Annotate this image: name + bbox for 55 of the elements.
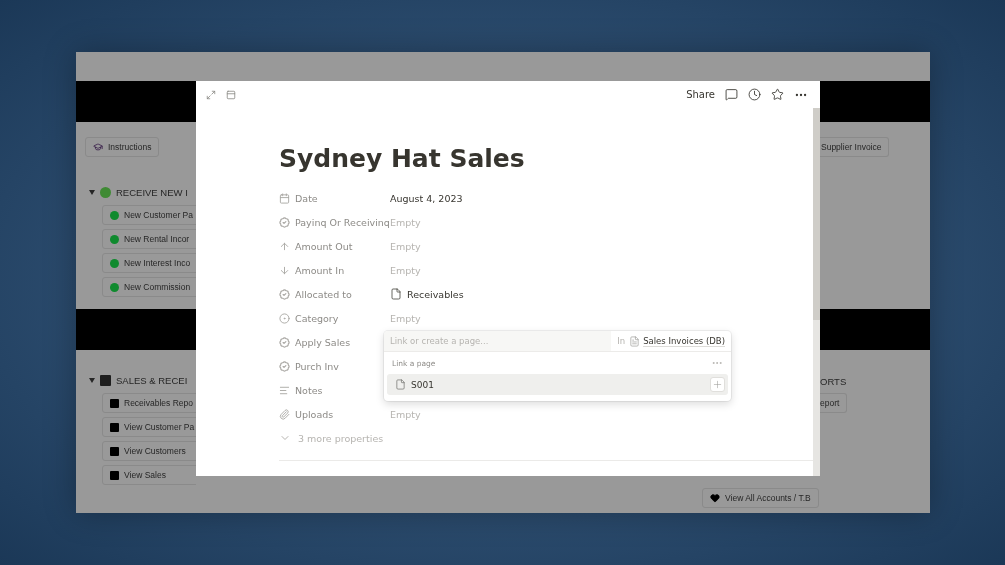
heart-icon — [710, 493, 720, 503]
property-label[interactable]: Allocated to — [295, 288, 352, 300]
badge-check-icon — [279, 336, 290, 348]
badge-check-icon — [279, 360, 290, 372]
view-accounts-button[interactable]: View All Accounts / T.B — [702, 488, 819, 508]
arrow-down-icon — [279, 264, 290, 276]
database-link[interactable]: Sales Invoices (DB) — [643, 335, 725, 347]
report-button[interactable]: eport — [820, 393, 848, 413]
square-icon — [110, 446, 119, 456]
property-label[interactable]: Amount Out — [295, 240, 353, 252]
property-label[interactable]: Category — [295, 312, 339, 324]
arrow-up-icon — [279, 240, 290, 252]
comment-icon[interactable] — [725, 88, 738, 101]
dot-icon — [110, 234, 119, 244]
section-title: SALES & RECEI — [116, 374, 188, 386]
square-icon — [110, 470, 119, 480]
result-item[interactable]: S001 — [387, 374, 728, 395]
section-title: RECEIVE NEW I — [116, 186, 188, 198]
dot-icon — [110, 210, 119, 220]
page-title: Sydney Hat Sales — [279, 144, 526, 174]
page-icon — [390, 288, 402, 300]
clock-icon[interactable] — [748, 88, 761, 101]
dot-icon — [110, 258, 119, 268]
graduation-cap-icon — [93, 142, 103, 152]
supplier-invoice-button[interactable]: Supplier Invoice — [820, 137, 890, 157]
panel-icon[interactable] — [226, 89, 236, 100]
expand-icon[interactable] — [206, 89, 216, 100]
property-label[interactable]: Payinq Or Receivinq — [295, 216, 390, 228]
section-title: ORTS — [820, 375, 847, 387]
lines-icon — [279, 384, 290, 396]
property-label[interactable]: Purch Inv — [295, 360, 339, 372]
in-label: In — [617, 336, 626, 346]
square-icon — [110, 398, 119, 408]
scrollbar[interactable] — [813, 108, 820, 476]
toggle-icon[interactable] — [89, 377, 95, 383]
calendar-icon — [279, 192, 290, 204]
square-icon — [110, 422, 119, 432]
property-label[interactable]: Apply Sales — [295, 336, 351, 348]
page-link[interactable]: Receivables — [407, 288, 464, 300]
property-label[interactable]: Uploads — [295, 408, 334, 420]
instructions-button[interactable]: Instructions — [85, 137, 160, 157]
dot-icon — [110, 282, 119, 292]
page-icon — [629, 335, 641, 347]
property-label[interactable]: Notes — [295, 384, 323, 396]
share-button[interactable]: Share — [686, 89, 715, 100]
property-label[interactable]: Amount In — [295, 264, 345, 276]
target-icon — [279, 312, 290, 324]
badge-check-icon — [279, 216, 290, 228]
star-icon[interactable] — [771, 88, 784, 101]
badge-check-icon — [279, 288, 290, 300]
toggle-icon[interactable] — [89, 189, 95, 195]
paperclip-icon — [279, 408, 290, 420]
property-label[interactable]: Date — [295, 192, 318, 204]
property-value[interactable]: August 4, 2023 — [390, 192, 463, 204]
page-icon — [395, 379, 406, 390]
